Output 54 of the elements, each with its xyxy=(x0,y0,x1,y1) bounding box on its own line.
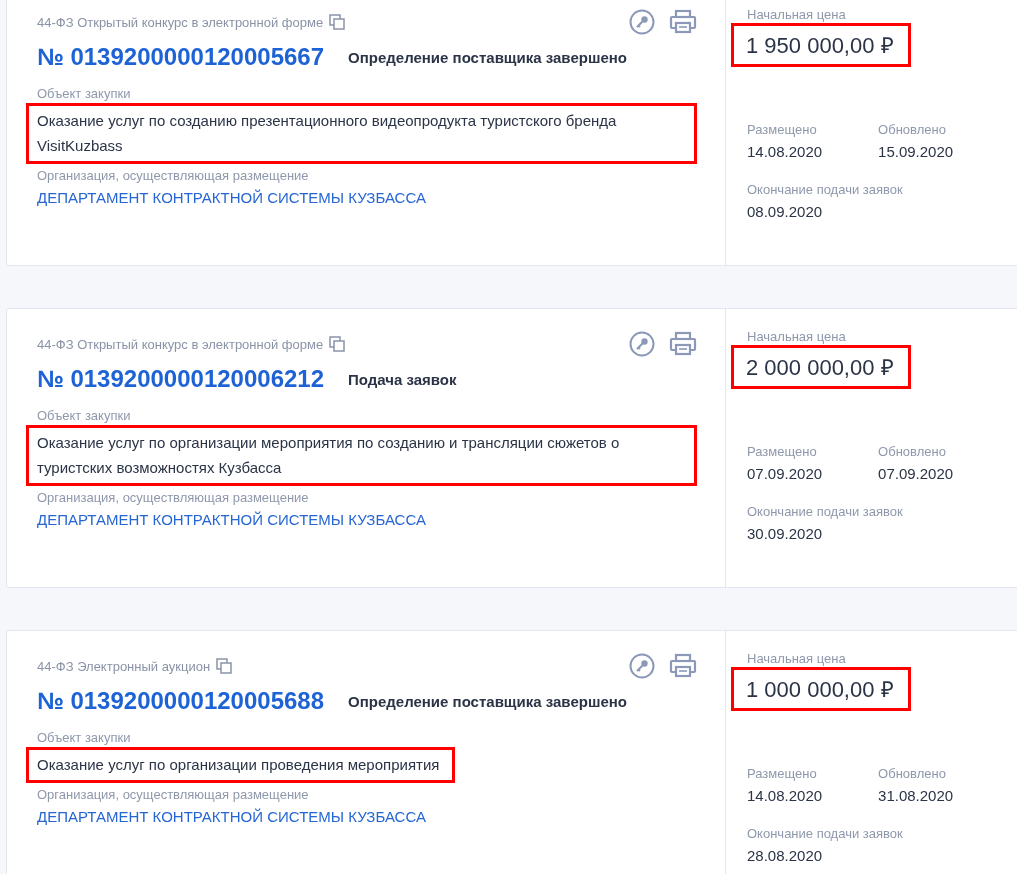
printer-icon[interactable] xyxy=(669,9,697,35)
field-label: Окончание подачи заявок xyxy=(747,504,904,519)
status-text: Определение поставщика завершено xyxy=(348,48,627,66)
field-label: Обновлено xyxy=(878,766,947,781)
procurement-type: 44-ФЗ Открытый конкурс в электронной форме xyxy=(37,14,324,30)
copy-icon[interactable] xyxy=(329,14,346,30)
date-value: 31.08.2020 xyxy=(878,787,954,804)
field-label: Начальная цена xyxy=(747,7,847,22)
field-label: Размещено xyxy=(747,122,818,137)
organization-link[interactable]: ДЕПАРТАМЕНТ КОНТРАКТНОЙ СИСТЕМЫ КУЗБАССА xyxy=(37,189,426,206)
date-value: 15.09.2020 xyxy=(878,143,954,160)
tender-number-link[interactable]: № 0139200000120005667 xyxy=(37,43,325,71)
status-text: Подача заявок xyxy=(348,370,457,388)
key-icon[interactable] xyxy=(629,331,655,357)
organization-link[interactable]: ДЕПАРТАМЕНТ КОНТРАКТНОЙ СИСТЕМЫ КУЗБАССА xyxy=(37,511,426,528)
field-label: Организация, осуществляющая размещение xyxy=(37,787,310,802)
procurement-type: 44-ФЗ Электронный аукцион xyxy=(37,658,211,674)
purchase-object-text: Оказание услуг по организации проведения мероприятия xyxy=(26,747,456,783)
organization-link[interactable]: ДЕПАРТАМЕНТ КОНТРАКТНОЙ СИСТЕМЫ КУЗБАССА xyxy=(37,808,426,825)
field-label: Объект закупки xyxy=(37,730,132,745)
field-label: Начальная цена xyxy=(747,651,847,666)
printer-icon[interactable] xyxy=(669,331,697,357)
date-value: 28.08.2020 xyxy=(747,847,824,864)
tender-number-link[interactable]: № 0139200000120006212 xyxy=(37,365,325,393)
date-value: 30.09.2020 xyxy=(747,525,824,542)
field-label: Организация, осуществляющая размещение xyxy=(37,168,310,183)
printer-icon[interactable] xyxy=(669,653,697,679)
field-label: Обновлено xyxy=(878,122,947,137)
date-value: 07.09.2020 xyxy=(747,465,823,482)
key-icon[interactable] xyxy=(629,9,655,35)
date-value: 14.08.2020 xyxy=(747,787,823,804)
tender-number-link[interactable]: № 0139200000120005688 xyxy=(37,687,325,715)
status-text: Определение поставщика завершено xyxy=(348,692,627,710)
price-value: 1 000 000,00 ₽ xyxy=(731,667,911,711)
price-value: 2 000 000,00 ₽ xyxy=(731,345,911,389)
date-value: 07.09.2020 xyxy=(878,465,954,482)
price-value: 1 950 000,00 ₽ xyxy=(731,23,911,67)
purchase-object-text: Оказание услуг по организации мероприятия по созданию и трансляции сюжетов о туристских возможностях Кузбасса xyxy=(26,425,697,486)
copy-icon[interactable] xyxy=(216,658,233,674)
procurement-type: 44-ФЗ Открытый конкурс в электронной форме xyxy=(37,336,324,352)
field-label: Размещено xyxy=(747,766,818,781)
field-label: Размещено xyxy=(747,444,818,459)
field-label: Окончание подачи заявок xyxy=(747,826,904,841)
date-value: 08.09.2020 xyxy=(747,203,824,220)
date-value: 14.08.2020 xyxy=(747,143,823,160)
field-label: Организация, осуществляющая размещение xyxy=(37,490,310,505)
field-label: Обновлено xyxy=(878,444,947,459)
key-icon[interactable] xyxy=(629,653,655,679)
field-label: Начальная цена xyxy=(747,329,847,344)
purchase-object-text: Оказание услуг по созданию презентационного видеопродукта туристского бренда VisitKuzbass xyxy=(26,103,697,164)
field-label: Объект закупки xyxy=(37,86,132,101)
copy-icon[interactable] xyxy=(329,336,346,352)
field-label: Окончание подачи заявок xyxy=(747,182,904,197)
field-label: Объект закупки xyxy=(37,408,132,423)
